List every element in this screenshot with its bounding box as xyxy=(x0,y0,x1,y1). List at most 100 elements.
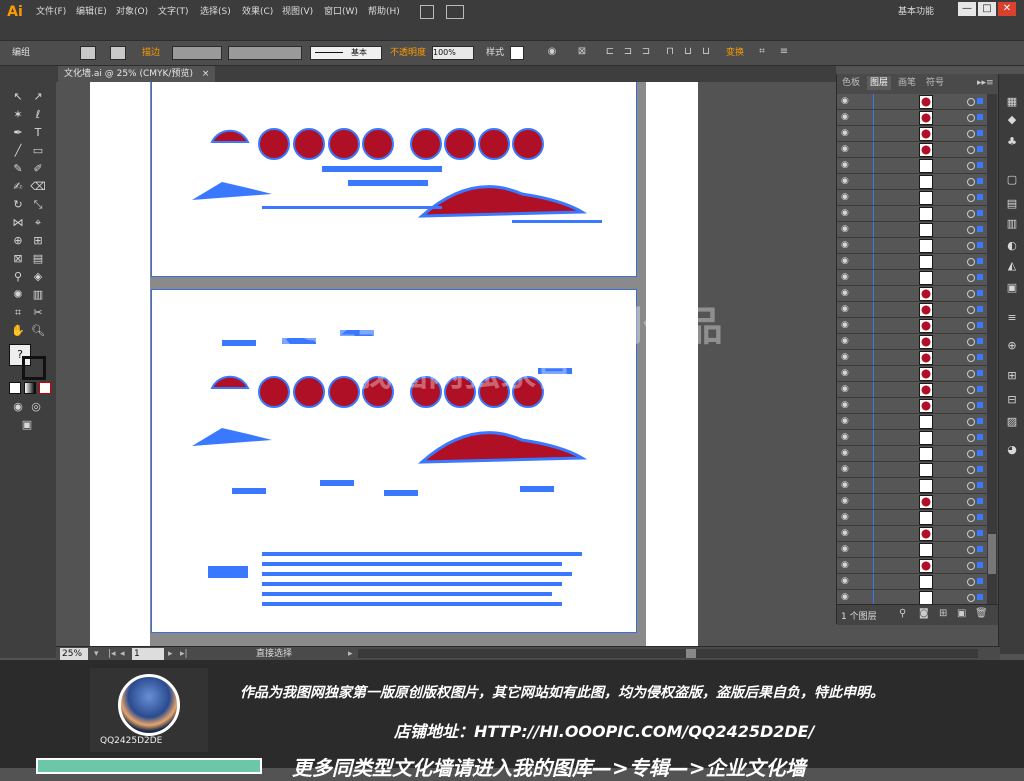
visibility-eye-icon[interactable]: ◉ xyxy=(841,400,851,410)
artboard-1[interactable] xyxy=(151,82,637,277)
layer-row[interactable]: ◉ xyxy=(837,462,987,478)
align-left-icon[interactable]: ⊏ xyxy=(604,46,616,58)
paintbrush-tool-icon[interactable]: ✎ xyxy=(9,160,27,178)
status-menu-icon[interactable]: ▸ xyxy=(348,648,353,660)
layers-panel-icon[interactable]: ◆ xyxy=(1003,112,1021,128)
artboard-tool-icon[interactable]: ⌗ xyxy=(9,304,27,322)
selection-square-icon[interactable] xyxy=(977,322,983,328)
direct-selection-tool-icon[interactable]: ↗ xyxy=(29,88,47,106)
color-mode-icon[interactable] xyxy=(9,382,21,394)
selection-square-icon[interactable] xyxy=(977,562,983,568)
eyedropper-tool-icon[interactable]: ⚲ xyxy=(9,268,27,286)
visibility-eye-icon[interactable]: ◉ xyxy=(841,112,851,122)
pen-tool-icon[interactable]: ✒ xyxy=(9,124,27,142)
blend-tool-icon[interactable]: ◈ xyxy=(29,268,47,286)
target-circle-icon[interactable] xyxy=(967,402,975,410)
scale-tool-icon[interactable]: ⤡ xyxy=(29,196,47,214)
menu-effect[interactable]: 效果(C) xyxy=(242,5,273,19)
selection-square-icon[interactable] xyxy=(977,130,983,136)
gradient-tool-icon[interactable]: ▤ xyxy=(29,250,47,268)
visibility-eye-icon[interactable]: ◉ xyxy=(841,576,851,586)
target-circle-icon[interactable] xyxy=(967,514,975,522)
layer-row[interactable]: ◉ xyxy=(837,414,987,430)
visibility-eye-icon[interactable]: ◉ xyxy=(841,448,851,458)
magic-wand-tool-icon[interactable]: ✶ xyxy=(9,106,27,124)
visibility-eye-icon[interactable]: ◉ xyxy=(841,336,851,346)
type-tool-icon[interactable]: T xyxy=(29,124,47,142)
zoom-tool-icon[interactable]: 🔍︎ xyxy=(29,322,47,340)
target-circle-icon[interactable] xyxy=(967,306,975,314)
layers-scrollbar[interactable] xyxy=(987,94,997,604)
layer-row[interactable]: ◉ xyxy=(837,270,987,286)
panel-menu-icon[interactable]: ▸▸≡ xyxy=(977,76,997,90)
delete-layer-icon[interactable]: 🗑︎ xyxy=(975,608,988,619)
blob-brush-tool-icon[interactable]: ✍ xyxy=(9,178,27,196)
selection-square-icon[interactable] xyxy=(977,226,983,232)
stroke-weight-field[interactable] xyxy=(172,46,222,60)
width-tool-icon[interactable]: ⋈ xyxy=(9,214,27,232)
selection-square-icon[interactable] xyxy=(977,466,983,472)
scrollbar-thumb[interactable] xyxy=(686,649,696,658)
column-graph-tool-icon[interactable]: ▥ xyxy=(29,286,47,304)
visibility-eye-icon[interactable]: ◉ xyxy=(841,368,851,378)
shape-builder-tool-icon[interactable]: ⊕ xyxy=(9,232,27,250)
perspective-grid-tool-icon[interactable]: ⊞ xyxy=(29,232,47,250)
graphic-style-swatch[interactable] xyxy=(510,46,524,60)
selection-square-icon[interactable] xyxy=(977,274,983,280)
menu-view[interactable]: 视图(V) xyxy=(282,5,313,19)
draw-behind-icon[interactable]: ◎ xyxy=(27,398,45,416)
artboard-2[interactable] xyxy=(151,289,637,633)
target-circle-icon[interactable] xyxy=(967,354,975,362)
new-layer-icon[interactable]: ▣ xyxy=(957,608,966,619)
free-transform-tool-icon[interactable]: ⌖ xyxy=(29,214,47,232)
selection-square-icon[interactable] xyxy=(977,450,983,456)
selection-square-icon[interactable] xyxy=(977,370,983,376)
selection-square-icon[interactable] xyxy=(977,402,983,408)
visibility-eye-icon[interactable]: ◉ xyxy=(841,464,851,474)
selection-square-icon[interactable] xyxy=(977,210,983,216)
layer-row[interactable]: ◉ xyxy=(837,158,987,174)
target-circle-icon[interactable] xyxy=(967,290,975,298)
arrange-documents-icon[interactable] xyxy=(446,5,464,19)
tab-layers[interactable]: 图层 xyxy=(867,76,892,90)
target-circle-icon[interactable] xyxy=(967,546,975,554)
gradient-mode-icon[interactable] xyxy=(24,382,36,394)
layer-row[interactable]: ◉ xyxy=(837,590,987,604)
selection-square-icon[interactable] xyxy=(977,306,983,312)
symbols-panel-icon[interactable]: ♣ xyxy=(1003,134,1021,150)
layer-row[interactable]: ◉ xyxy=(837,110,987,126)
opacity-field[interactable]: 100% xyxy=(432,46,474,60)
visibility-eye-icon[interactable]: ◉ xyxy=(841,480,851,490)
layer-row[interactable]: ◉ xyxy=(837,318,987,334)
target-circle-icon[interactable] xyxy=(967,434,975,442)
target-circle-icon[interactable] xyxy=(967,274,975,282)
character-panel-icon[interactable]: ▨ xyxy=(1003,414,1021,430)
target-circle-icon[interactable] xyxy=(967,226,975,234)
selection-square-icon[interactable] xyxy=(977,578,983,584)
visibility-eye-icon[interactable]: ◉ xyxy=(841,96,851,106)
selection-square-icon[interactable] xyxy=(977,98,983,104)
visibility-eye-icon[interactable]: ◉ xyxy=(841,544,851,554)
target-circle-icon[interactable] xyxy=(967,578,975,586)
canvas-area[interactable]: QQ2425D2DE原创作品 我图网独家首发 xyxy=(56,82,836,646)
visibility-eye-icon[interactable]: ◉ xyxy=(841,512,851,522)
target-circle-icon[interactable] xyxy=(967,194,975,202)
selection-square-icon[interactable] xyxy=(977,242,983,248)
target-circle-icon[interactable] xyxy=(967,530,975,538)
selection-square-icon[interactable] xyxy=(977,498,983,504)
color-guide-panel-icon[interactable]: ◐ xyxy=(1003,238,1021,254)
selection-square-icon[interactable] xyxy=(977,354,983,360)
layer-row[interactable]: ◉ xyxy=(837,494,987,510)
visibility-eye-icon[interactable]: ◉ xyxy=(841,416,851,426)
target-circle-icon[interactable] xyxy=(967,562,975,570)
visibility-eye-icon[interactable]: ◉ xyxy=(841,384,851,394)
pencil-tool-icon[interactable]: ✐ xyxy=(29,160,47,178)
workspace-switcher[interactable]: 基本功能 xyxy=(898,5,934,19)
eraser-tool-icon[interactable]: ⌫ xyxy=(29,178,47,196)
target-circle-icon[interactable] xyxy=(967,146,975,154)
bridge-icon[interactable] xyxy=(420,5,434,19)
transparency-panel-icon[interactable]: ▣ xyxy=(1003,280,1021,296)
slice-tool-icon[interactable]: ✂ xyxy=(29,304,47,322)
variable-width-select[interactable] xyxy=(228,46,302,60)
document-tab[interactable]: 文化墙.ai @ 25% (CMYK/预览) × xyxy=(58,66,216,82)
